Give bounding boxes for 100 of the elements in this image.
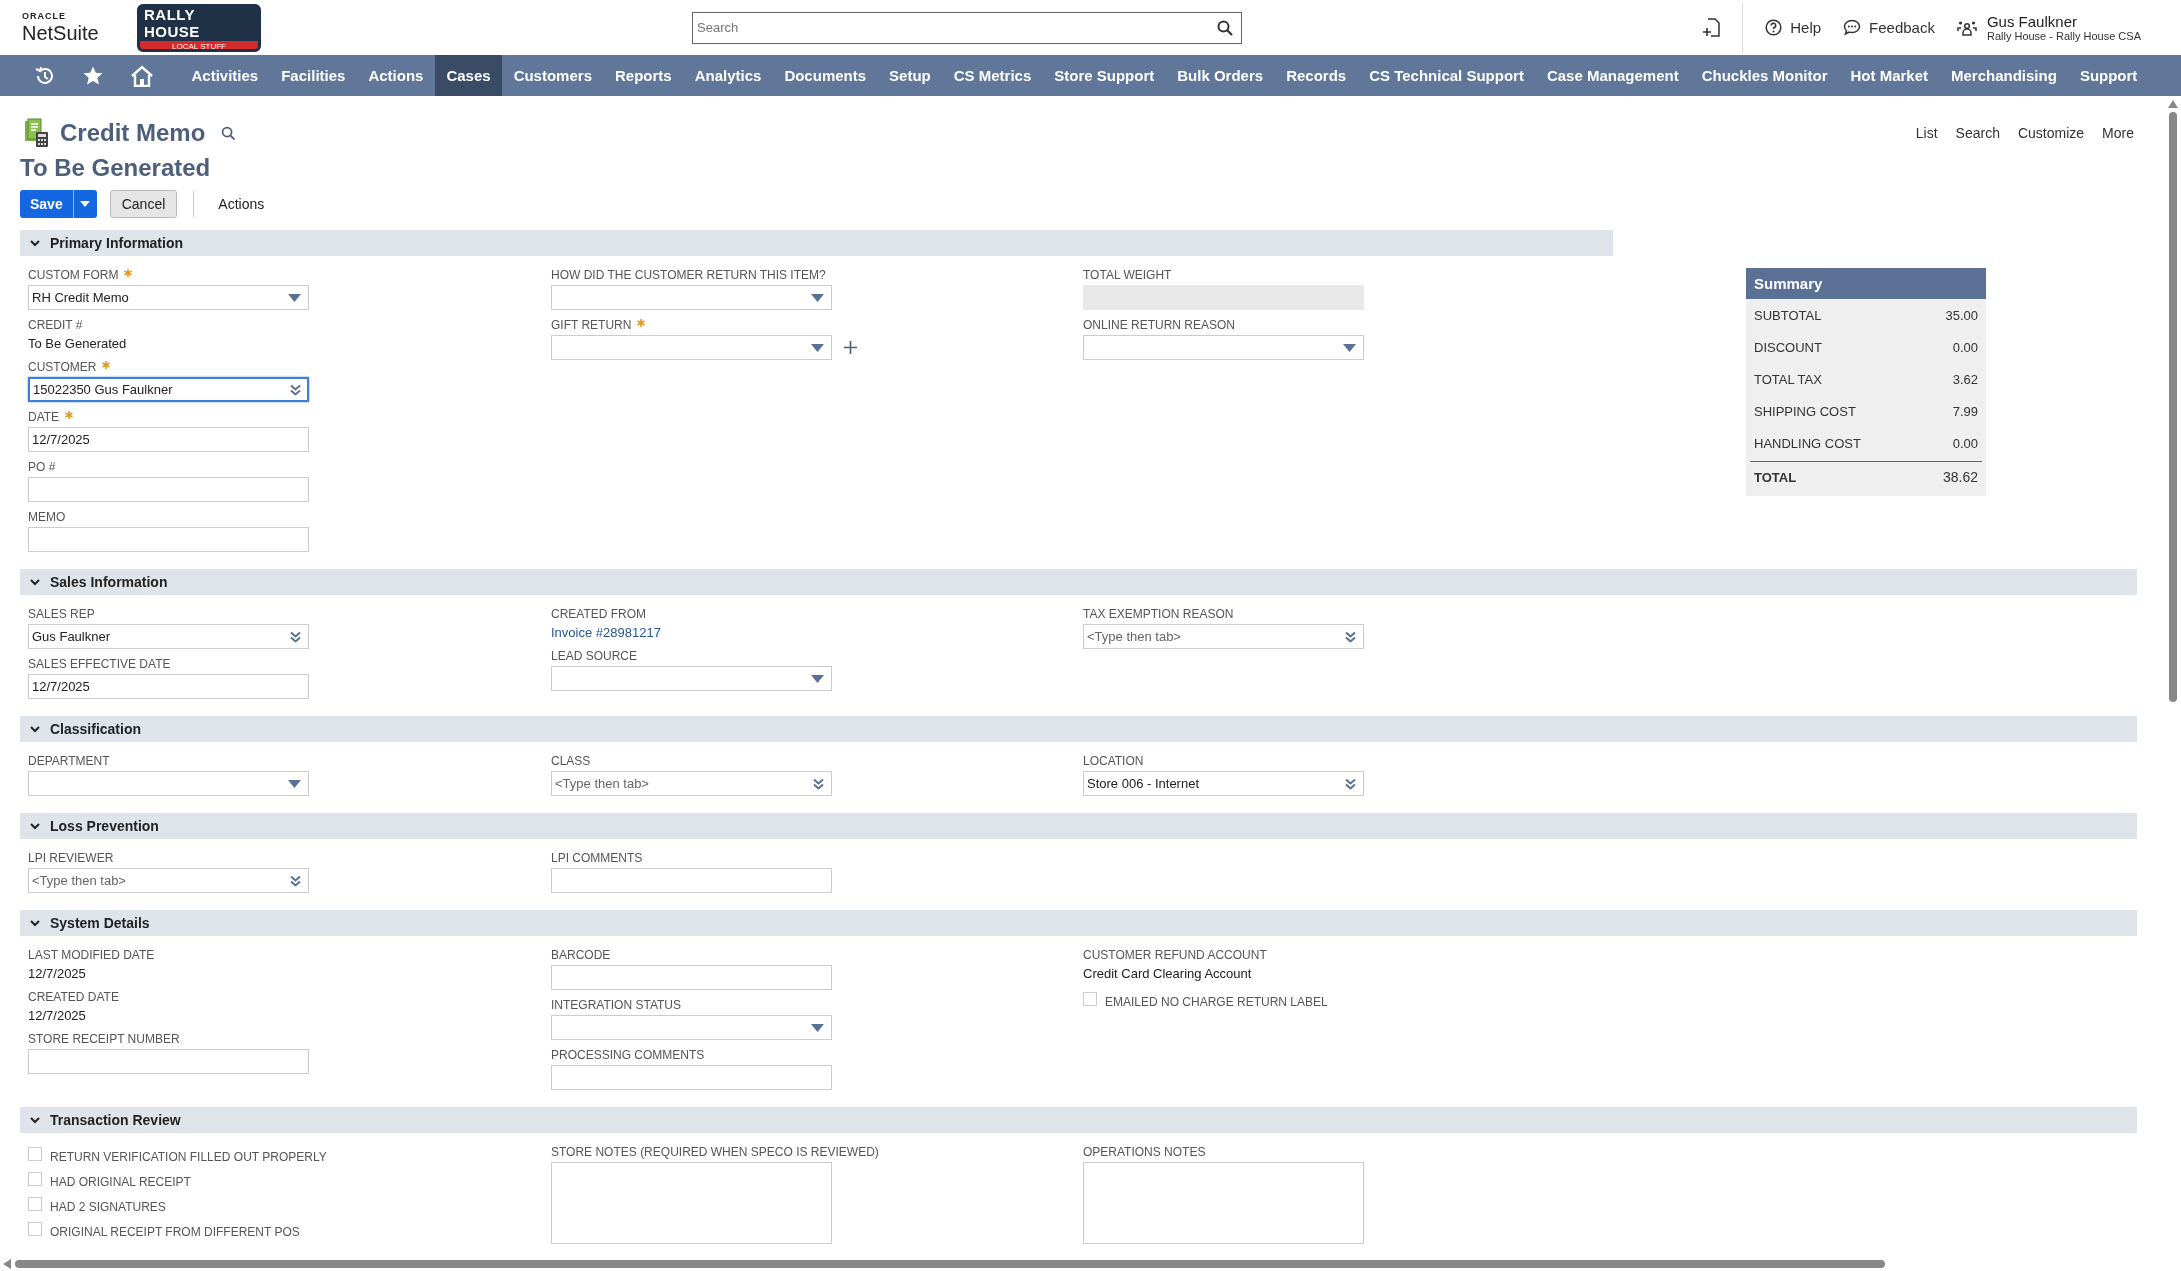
- caret-icon[interactable]: [811, 293, 824, 302]
- header-link[interactable]: Help: [1765, 19, 1822, 36]
- double-chevron-icon[interactable]: [290, 384, 301, 395]
- nav-tab[interactable]: Cases: [434, 55, 503, 96]
- checkbox-label: RETURN VERIFICATION FILLED OUT PROPERLY: [50, 1149, 327, 1164]
- search-icon[interactable]: [1217, 19, 1233, 36]
- checkbox[interactable]: [28, 1146, 42, 1161]
- summary-label: DISCOUNT: [1754, 339, 1822, 355]
- lookup-field[interactable]: Store 006 - Internet: [1083, 771, 1364, 796]
- summary-label: SUBTOTAL: [1754, 307, 1822, 323]
- section-header[interactable]: Classification: [20, 716, 2137, 742]
- dropdown-field[interactable]: [551, 1015, 832, 1040]
- nav-tab[interactable]: Activities: [180, 55, 270, 96]
- history-icon[interactable]: [34, 64, 56, 87]
- scroll-up-icon[interactable]: [2168, 100, 2178, 108]
- checkbox[interactable]: [28, 1171, 42, 1186]
- lookup-field[interactable]: Gus Faulkner: [28, 624, 309, 649]
- text-field[interactable]: [551, 965, 832, 990]
- nav-tab[interactable]: Documents: [772, 55, 878, 96]
- dropdown-field[interactable]: RH Credit Memo: [28, 285, 309, 310]
- field-value: 12/7/2025: [28, 1007, 87, 1024]
- help-icon: [1765, 19, 1783, 36]
- section-header[interactable]: Sales Information: [20, 569, 2137, 595]
- cancel-button[interactable]: Cancel: [109, 190, 178, 218]
- double-chevron-icon[interactable]: [1345, 778, 1356, 789]
- record-link[interactable]: Invoice #28981217: [551, 624, 1083, 641]
- add-icon[interactable]: [844, 341, 857, 354]
- section-header[interactable]: System Details: [20, 910, 2137, 936]
- dropdown-field[interactable]: [28, 771, 309, 796]
- dropdown-field[interactable]: [551, 335, 832, 360]
- users-icon[interactable]: [1956, 18, 1977, 37]
- nav-tab[interactable]: Customers: [502, 55, 604, 96]
- actions-menu[interactable]: Actions: [218, 196, 265, 212]
- lookup-field[interactable]: 15022350 Gus Faulkner: [28, 377, 309, 402]
- nav-tab[interactable]: Case Management: [1535, 55, 1691, 96]
- text-field[interactable]: [28, 1049, 309, 1074]
- logo[interactable]: NetSuite: [22, 23, 122, 43]
- nav-tab[interactable]: Merchandising: [1939, 55, 2069, 96]
- checkbox[interactable]: [1083, 991, 1097, 1006]
- home-icon[interactable]: [130, 64, 154, 87]
- double-chevron-icon[interactable]: [1345, 631, 1356, 642]
- double-chevron-icon[interactable]: [290, 875, 301, 886]
- field-label: LPI COMMENTS: [551, 851, 643, 865]
- nav-tab[interactable]: Facilities: [269, 55, 357, 96]
- caret-icon[interactable]: [811, 1023, 824, 1032]
- section-header[interactable]: Loss Prevention: [20, 813, 2137, 839]
- nav-tab[interactable]: CS Technical Support: [1357, 55, 1536, 96]
- section-header[interactable]: Primary Information: [20, 230, 1613, 256]
- caret-icon[interactable]: [811, 674, 824, 683]
- nav-tab[interactable]: Chuckles Monitor: [1690, 55, 1839, 96]
- text-field[interactable]: [28, 477, 309, 502]
- double-chevron-icon[interactable]: [813, 778, 824, 789]
- page-link[interactable]: More: [2102, 125, 2134, 141]
- checkbox[interactable]: [28, 1196, 42, 1211]
- user-name[interactable]: Gus Faulkner: [1986, 13, 2141, 30]
- checkbox[interactable]: [28, 1221, 42, 1236]
- caret-icon[interactable]: [811, 343, 824, 352]
- dropdown-field[interactable]: [1083, 335, 1364, 360]
- dropdown-field[interactable]: [551, 666, 832, 691]
- field-label: STORE NOTES (REQUIRED WHEN SPECO IS REVIEWED): [551, 1145, 879, 1159]
- nav-tab[interactable]: Reports: [603, 55, 684, 96]
- field-label: PROCESSING COMMENTS: [551, 1048, 705, 1062]
- save-button[interactable]: Save: [20, 190, 73, 218]
- nav-tab[interactable]: Setup: [877, 55, 943, 96]
- add-document-icon[interactable]: [1702, 17, 1721, 38]
- lookup-field[interactable]: <Type then tab>: [1083, 624, 1364, 649]
- caret-icon[interactable]: [288, 293, 301, 302]
- nav-tab[interactable]: Records: [1274, 55, 1358, 96]
- nav-tab[interactable]: Hot Market: [1839, 55, 1940, 96]
- page-link[interactable]: List: [1915, 125, 1938, 141]
- scroll-left-icon[interactable]: [3, 1259, 11, 1269]
- page-link[interactable]: Search: [1955, 125, 2000, 141]
- nav-tab[interactable]: Support: [2068, 55, 2149, 96]
- text-field[interactable]: 12/7/2025: [28, 674, 309, 699]
- search-icon[interactable]: [221, 125, 237, 141]
- nav-tab[interactable]: Analytics: [683, 55, 773, 96]
- nav-tab[interactable]: CS Metrics: [942, 55, 1043, 96]
- lookup-field[interactable]: <Type then tab>: [28, 868, 309, 893]
- header-link[interactable]: Feedback: [1843, 19, 1935, 36]
- lookup-field[interactable]: <Type then tab>: [551, 771, 832, 796]
- field-label: INTEGRATION STATUS: [551, 998, 681, 1012]
- text-field[interactable]: 12/7/2025: [28, 427, 309, 452]
- section-header[interactable]: Transaction Review: [20, 1107, 2137, 1133]
- nav-tab[interactable]: Actions: [356, 55, 435, 96]
- save-menu-button[interactable]: [72, 190, 97, 218]
- caret-icon[interactable]: [1343, 343, 1356, 352]
- text-field[interactable]: [551, 868, 832, 893]
- field-label: PO #: [28, 460, 56, 474]
- chevron-icon: [30, 821, 40, 831]
- text-field[interactable]: [28, 527, 309, 552]
- nav-tab[interactable]: Bulk Orders: [1165, 55, 1275, 96]
- search-field[interactable]: Search: [692, 11, 1242, 44]
- caret-icon[interactable]: [288, 779, 301, 788]
- field-label: CUSTOMER: [28, 360, 97, 374]
- text-field[interactable]: [551, 1065, 832, 1090]
- field-label: TAX EXEMPTION REASON: [1083, 607, 1234, 621]
- double-chevron-icon[interactable]: [290, 631, 301, 642]
- dropdown-field[interactable]: [551, 285, 832, 310]
- page-link[interactable]: Customize: [2017, 125, 2085, 141]
- nav-tab[interactable]: Store Support: [1042, 55, 1166, 96]
